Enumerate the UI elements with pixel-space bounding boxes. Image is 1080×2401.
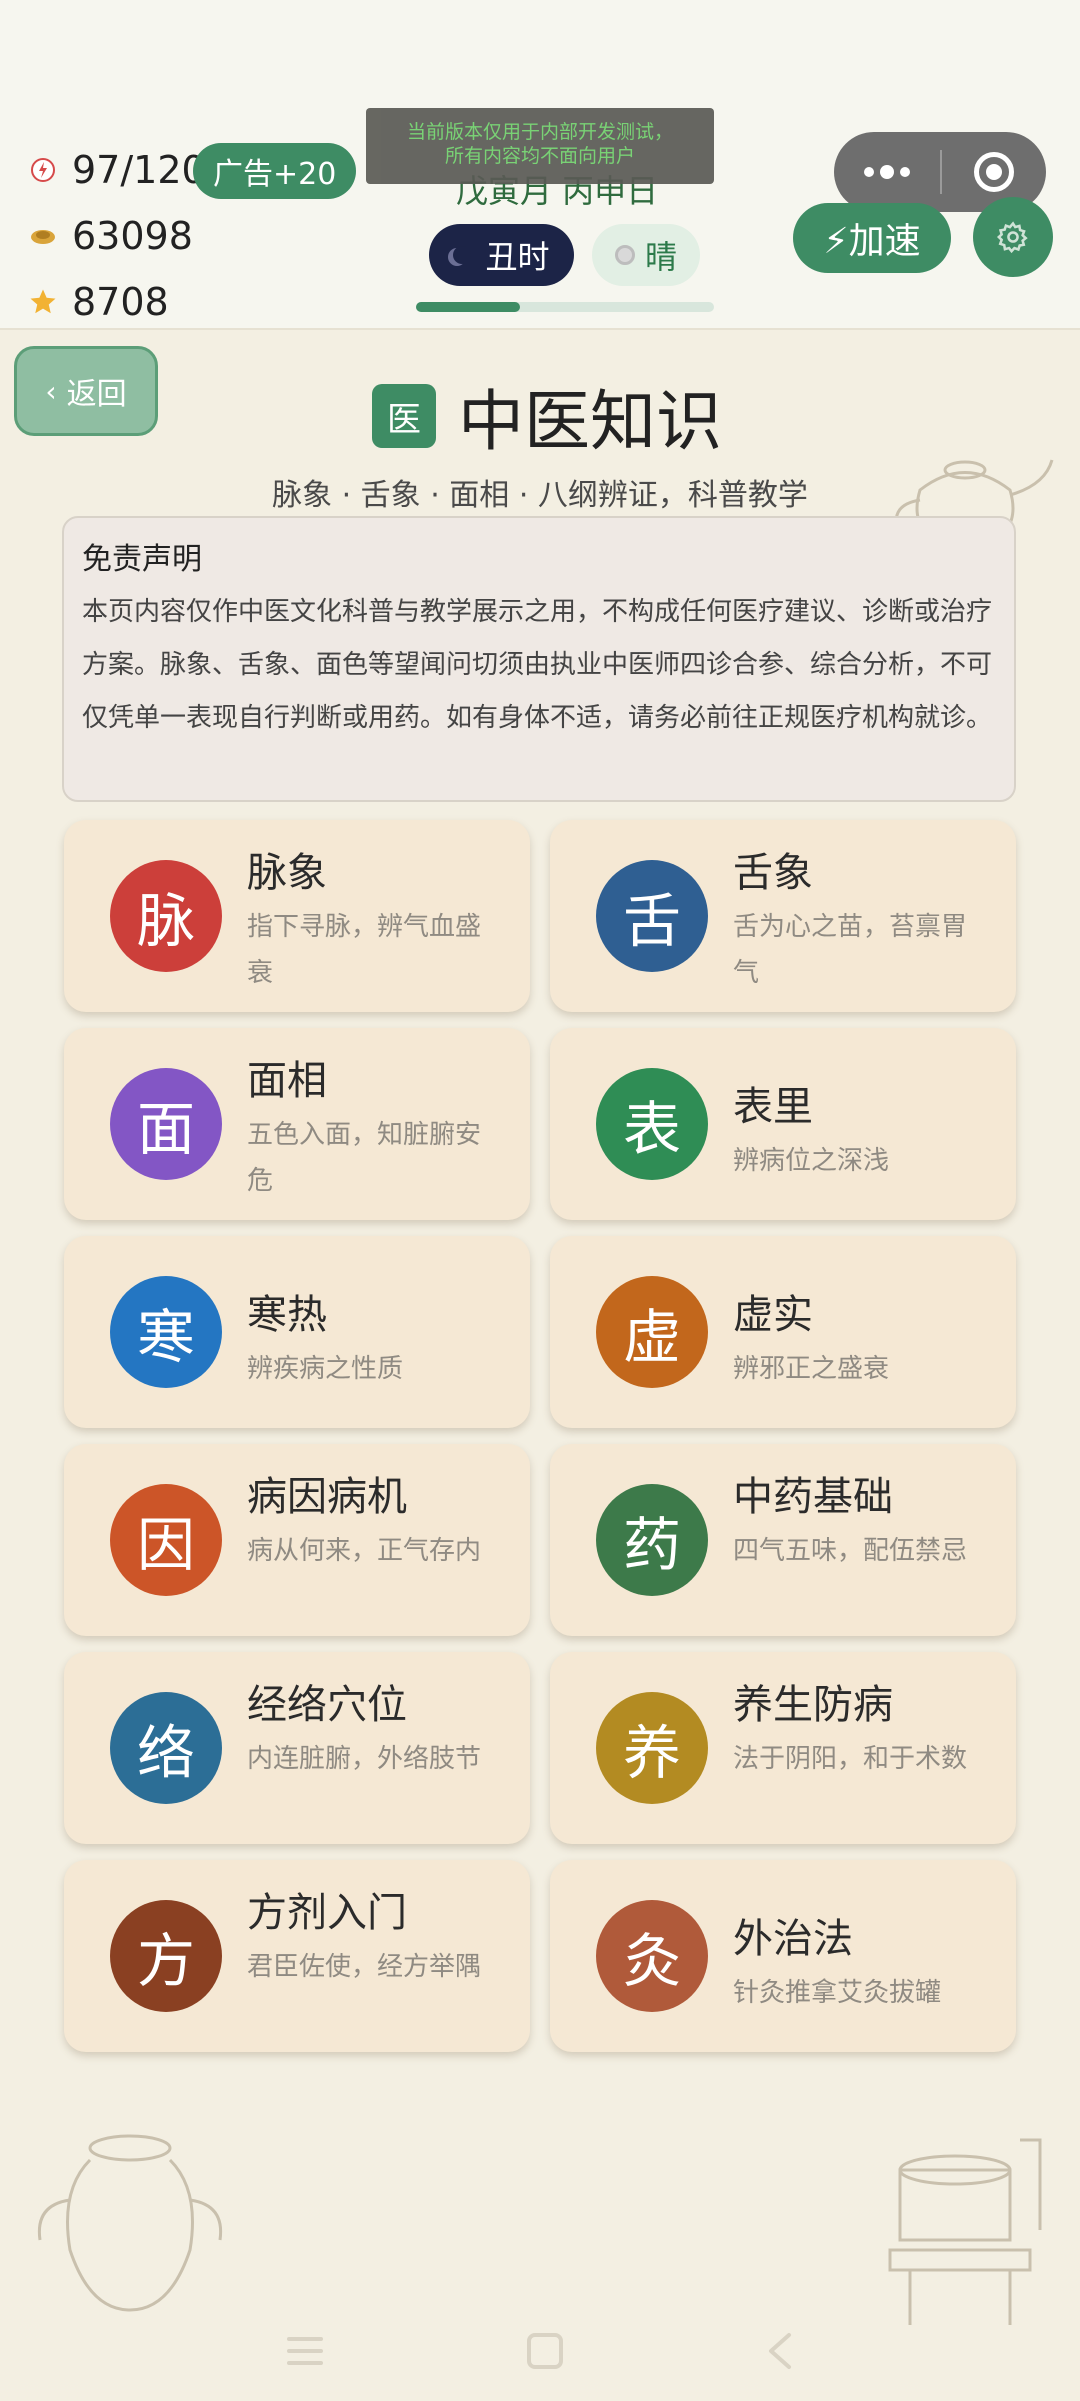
weather-label: 晴 xyxy=(644,238,677,276)
topic-name: 脉象 xyxy=(247,850,327,896)
topic-desc: 舌为心之苗，苔禀胃气 xyxy=(733,912,968,988)
dev-test-banner: 当前版本仅用于内部开发测试， 所有内容均不面向用户 xyxy=(366,108,714,184)
topic-glyph-badge: 药 xyxy=(596,1484,708,1596)
topic-card-pulse[interactable]: 脉 脉象 指下寻脉，辨气血盛衰 xyxy=(64,820,530,1012)
sun-icon xyxy=(614,245,635,265)
star-icon xyxy=(28,287,58,317)
topic-desc: 法于阴阳，和于术数 xyxy=(733,1744,968,1774)
topic-card-herbs[interactable]: 药 中药基础 四气五味，配伍禁忌 xyxy=(550,1444,1016,1636)
topic-desc: 四气五味，配伍禁忌 xyxy=(733,1536,968,1566)
dot-icon xyxy=(900,167,910,177)
grinder-illustration xyxy=(888,2138,1042,2325)
home-icon[interactable] xyxy=(525,2331,565,2371)
topic-card-formulas[interactable]: 方 方剂入门 君臣佐使，经方举隅 xyxy=(64,1860,530,2052)
page-title: 中医知识 xyxy=(458,383,722,460)
topic-card-deficiency-excess[interactable]: 虚 虚实 辨邪正之盛衰 xyxy=(550,1236,1016,1428)
energy-stat: 97/120 xyxy=(28,144,206,196)
hour-label: 丑时 xyxy=(485,238,550,276)
topic-glyph-badge: 面 xyxy=(110,1068,222,1180)
topic-name: 外治法 xyxy=(733,1916,853,1962)
medicine-badge: 医 xyxy=(372,384,436,448)
topic-name: 方剂入门 xyxy=(247,1890,407,1936)
system-nav-bar xyxy=(0,2300,1080,2401)
topic-card-external-therapy[interactable]: 灸 外治法 针灸推拿艾灸拔罐 xyxy=(550,1860,1016,2052)
topic-desc: 针灸推拿艾灸拔罐 xyxy=(733,1978,942,2008)
topic-card-etiology[interactable]: 因 病因病机 病从何来，正气存内 xyxy=(64,1444,530,1636)
more-menu-button[interactable] xyxy=(834,132,940,212)
topic-grid: 脉 脉象 指下寻脉，辨气血盛衰 舌 舌象 舌为心之苗，苔禀胃气 面 面相 五色入… xyxy=(64,820,1016,2052)
hour-pill[interactable]: 丑时 xyxy=(429,224,574,286)
topic-name: 中药基础 xyxy=(733,1474,893,1520)
speed-up-button[interactable]: ⚡加速 xyxy=(793,203,951,273)
topic-glyph-badge: 因 xyxy=(110,1484,222,1596)
energy-icon xyxy=(28,155,58,185)
topic-glyph-badge: 舌 xyxy=(596,860,708,972)
dot-icon xyxy=(880,165,894,179)
topic-desc: 内连脏腑，外络肢节 xyxy=(247,1744,482,1774)
topic-desc: 辨邪正之盛衰 xyxy=(733,1354,890,1384)
disclaimer-heading: 免责声明 xyxy=(82,542,202,577)
target-icon xyxy=(974,152,1014,192)
back-arrow-icon[interactable] xyxy=(765,2331,795,2371)
topic-desc: 君臣佐使，经方举隅 xyxy=(247,1952,482,1982)
topic-glyph-badge: 虚 xyxy=(596,1276,708,1388)
topic-card-cold-heat[interactable]: 寒 寒热 辨疾病之性质 xyxy=(64,1236,530,1428)
disclaimer-body: 本页内容仅作中医文化科普与教学展示之用，不构成任何医疗建议、诊断或治疗方案。脉象… xyxy=(82,597,993,733)
topic-card-exterior-interior[interactable]: 表 表里 辨病位之深浅 xyxy=(550,1028,1016,1220)
topic-desc: 辨病位之深浅 xyxy=(733,1146,890,1176)
topic-glyph-badge: 络 xyxy=(110,1692,222,1804)
page-subtitle: 脉象 · 舌象 · 面相 · 八纲辨证，科普教学 xyxy=(272,478,808,513)
settings-button[interactable] xyxy=(973,197,1053,277)
coins-value: 63098 xyxy=(72,214,193,258)
dev-banner-line-1: 当前版本仅用于内部开发测试， xyxy=(406,121,673,143)
topic-name: 养生防病 xyxy=(733,1682,893,1728)
topic-glyph-badge: 养 xyxy=(596,1692,708,1804)
topic-name: 经络穴位 xyxy=(247,1682,407,1728)
topic-name: 面相 xyxy=(247,1058,327,1104)
topic-name: 病因病机 xyxy=(247,1474,407,1520)
gear-icon xyxy=(996,221,1028,254)
back-button[interactable]: ‹ 返回 xyxy=(14,346,158,436)
jar-illustration xyxy=(37,2134,223,2312)
page-header: 医 中医知识 xyxy=(372,368,722,464)
time-progress-fill xyxy=(416,302,521,312)
topic-glyph-badge: 脉 xyxy=(110,860,222,972)
coins-stat: 63098 xyxy=(28,210,193,262)
topic-desc: 指下寻脉，辨气血盛衰 xyxy=(247,912,482,988)
topic-name: 虚实 xyxy=(733,1292,813,1338)
topic-card-health-preservation[interactable]: 养 养生防病 法于阴阳，和于术数 xyxy=(550,1652,1016,1844)
topic-card-face[interactable]: 面 面相 五色入面，知脏腑安危 xyxy=(64,1028,530,1220)
topic-name: 表里 xyxy=(733,1084,813,1130)
topic-card-meridians[interactable]: 络 经络穴位 内连脏腑，外络肢节 xyxy=(64,1652,530,1844)
weather-pill[interactable]: 晴 xyxy=(592,224,700,286)
watch-ad-button[interactable]: 广告+20 xyxy=(193,143,357,199)
topic-desc: 五色入面，知脏腑安危 xyxy=(247,1120,482,1196)
topic-desc: 辨疾病之性质 xyxy=(247,1354,404,1384)
topic-glyph-badge: 寒 xyxy=(110,1276,222,1388)
stars-value: 8708 xyxy=(72,280,169,324)
time-progress-bar xyxy=(416,302,714,312)
dev-banner-line-2: 所有内容均不面向用户 xyxy=(444,145,635,167)
disclaimer-box: 免责声明 本页内容仅作中医文化科普与教学展示之用，不构成任何医疗建议、诊断或治疗… xyxy=(62,516,1016,802)
topic-desc: 病从何来，正气存内 xyxy=(247,1536,482,1566)
topic-card-tongue[interactable]: 舌 舌象 舌为心之苗，苔禀胃气 xyxy=(550,820,1016,1012)
moon-icon xyxy=(453,246,472,264)
stars-stat: 8708 xyxy=(28,276,169,328)
topic-glyph-badge: 灸 xyxy=(596,1900,708,2012)
topic-name: 寒热 xyxy=(247,1292,327,1338)
coin-icon xyxy=(28,221,58,251)
energy-value: 97/120 xyxy=(72,148,206,192)
topic-glyph-badge: 方 xyxy=(110,1900,222,2012)
topic-name: 舌象 xyxy=(733,850,813,896)
topic-glyph-badge: 表 xyxy=(596,1068,708,1180)
menu-icon[interactable] xyxy=(285,2333,325,2369)
chevron-left-icon: ‹ xyxy=(45,374,57,408)
dot-icon xyxy=(864,167,874,177)
back-label: 返回 xyxy=(66,377,127,412)
